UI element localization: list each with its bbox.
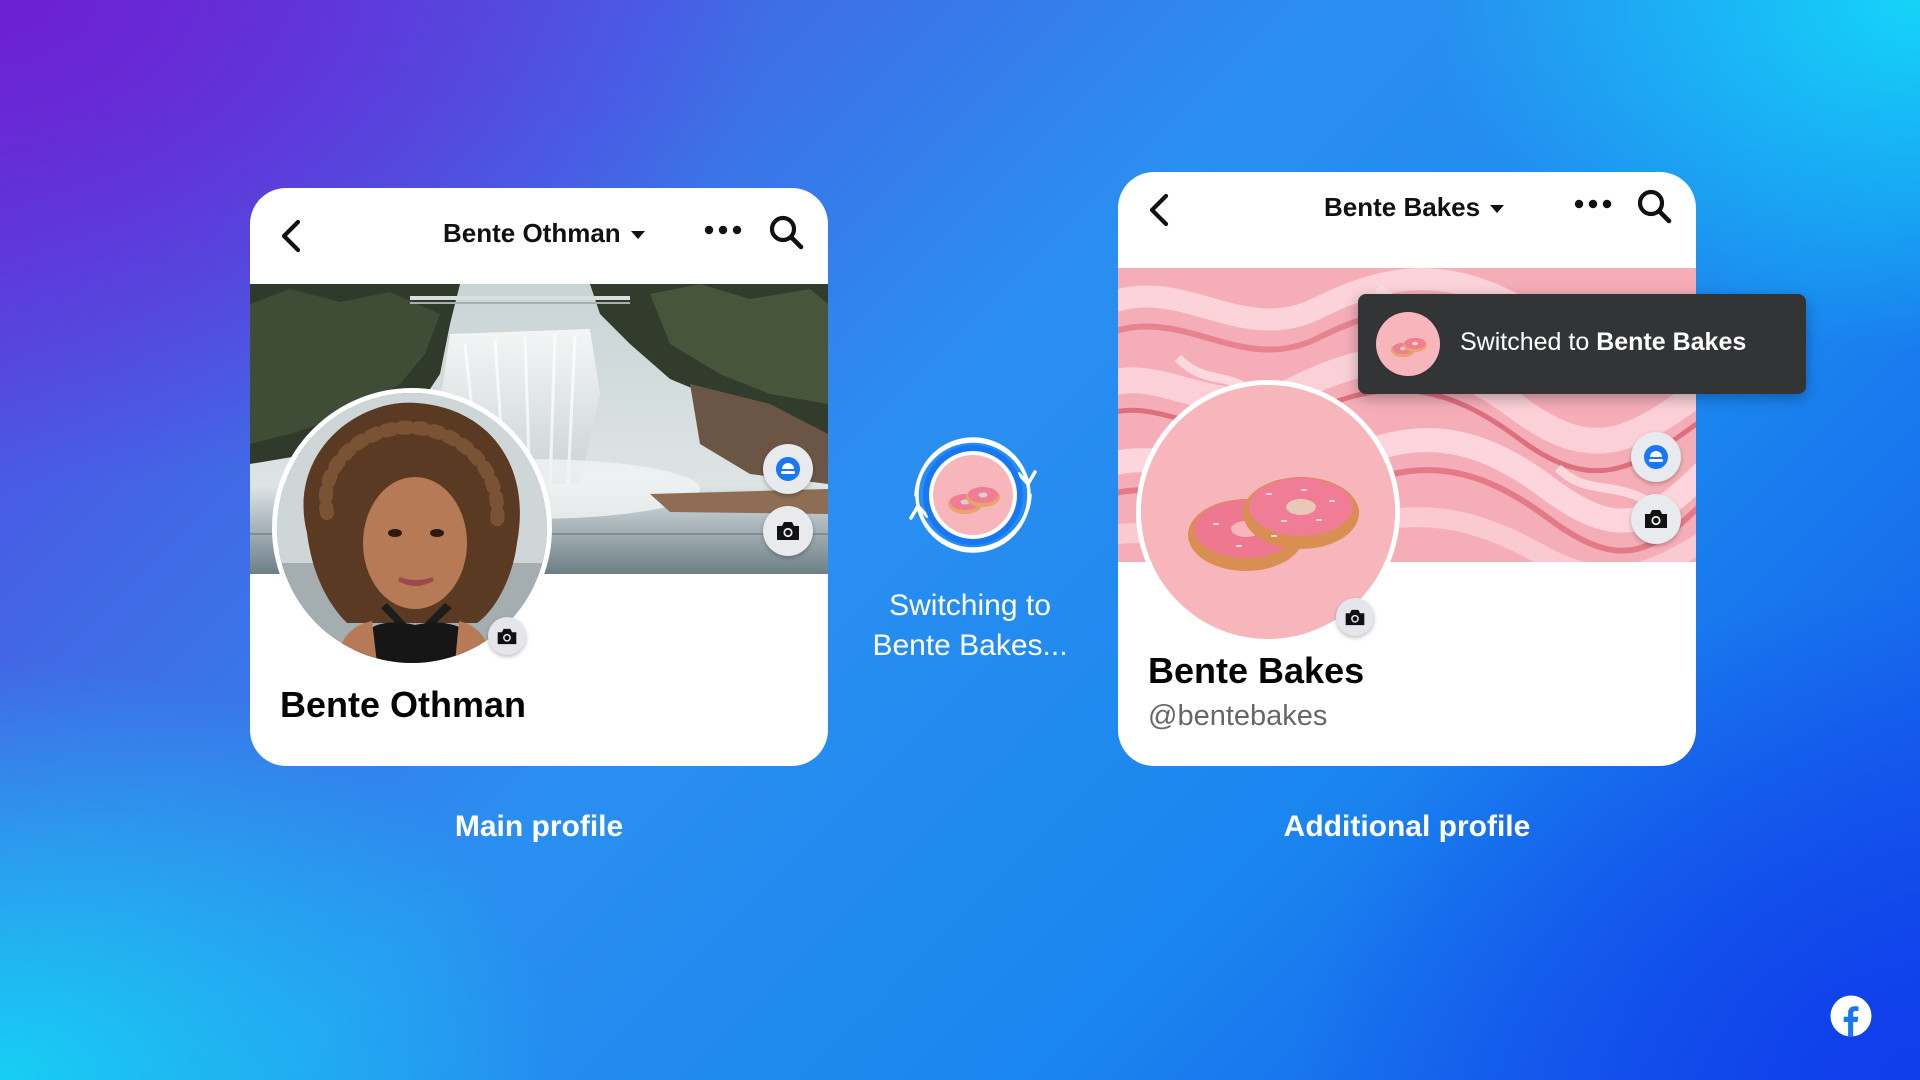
chevron-down-icon (630, 231, 645, 240)
switched-profile-toast: Switched to Bente Bakes (1358, 294, 1806, 394)
back-arrow-icon[interactable] (272, 216, 312, 256)
switching-status-text: Switching to Bente Bakes... (840, 586, 1100, 666)
toast-avatar (1376, 312, 1440, 376)
main-profile-caption: Main profile (454, 810, 624, 843)
switching-line-2: Bente Bakes... (872, 629, 1068, 662)
edit-cover-photo-button[interactable] (1631, 494, 1681, 544)
toast-profile-name: Bente Bakes (1596, 328, 1747, 356)
facebook-logo-icon (1830, 995, 1872, 1037)
search-icon[interactable] (1636, 188, 1672, 224)
avatar-frame-icon (1644, 445, 1668, 469)
avatar-frame-icon (776, 457, 800, 481)
avatar-frame-button[interactable] (1631, 432, 1681, 482)
camera-icon (1645, 510, 1667, 528)
toast-message: Switched to Bente Bakes (1460, 328, 1746, 357)
camera-icon (497, 628, 517, 644)
edit-cover-photo-button[interactable] (763, 506, 813, 556)
main-profile-top-bar: Bente Othman (250, 188, 828, 284)
profile-switcher-label: Bente Othman (443, 218, 621, 248)
more-options-icon[interactable] (704, 224, 742, 236)
toast-prefix: Switched to (1460, 328, 1597, 356)
additional-profile-card: Bente Bakes Bente Bakes @bentebakes (1118, 172, 1696, 766)
main-profile-card: Bente Othman Bente Othman (250, 188, 828, 766)
additional-profile-top-bar: Bente Bakes (1118, 172, 1696, 268)
profile-switcher-dropdown[interactable]: Bente Bakes (1324, 192, 1505, 223)
profile-switcher-label: Bente Bakes (1324, 192, 1481, 222)
back-arrow-icon[interactable] (1140, 190, 1180, 230)
profile-name: Bente Othman (280, 684, 527, 725)
search-icon[interactable] (768, 214, 804, 250)
additional-profile-caption: Additional profile (1283, 810, 1531, 843)
edit-profile-picture-button[interactable] (488, 617, 526, 655)
avatar-frame-button[interactable] (763, 444, 813, 494)
switching-line-1: Switching to (889, 589, 1051, 622)
edit-profile-picture-button[interactable] (1336, 598, 1374, 636)
profile-name: Bente Bakes (1148, 650, 1365, 691)
chevron-down-icon (1490, 205, 1505, 214)
more-options-icon[interactable] (1574, 198, 1612, 210)
switching-indicator (909, 437, 1037, 553)
profile-switcher-dropdown[interactable]: Bente Othman (443, 218, 645, 249)
profile-handle: @bentebakes (1148, 700, 1328, 732)
camera-icon (777, 522, 799, 540)
camera-icon (1345, 609, 1365, 625)
